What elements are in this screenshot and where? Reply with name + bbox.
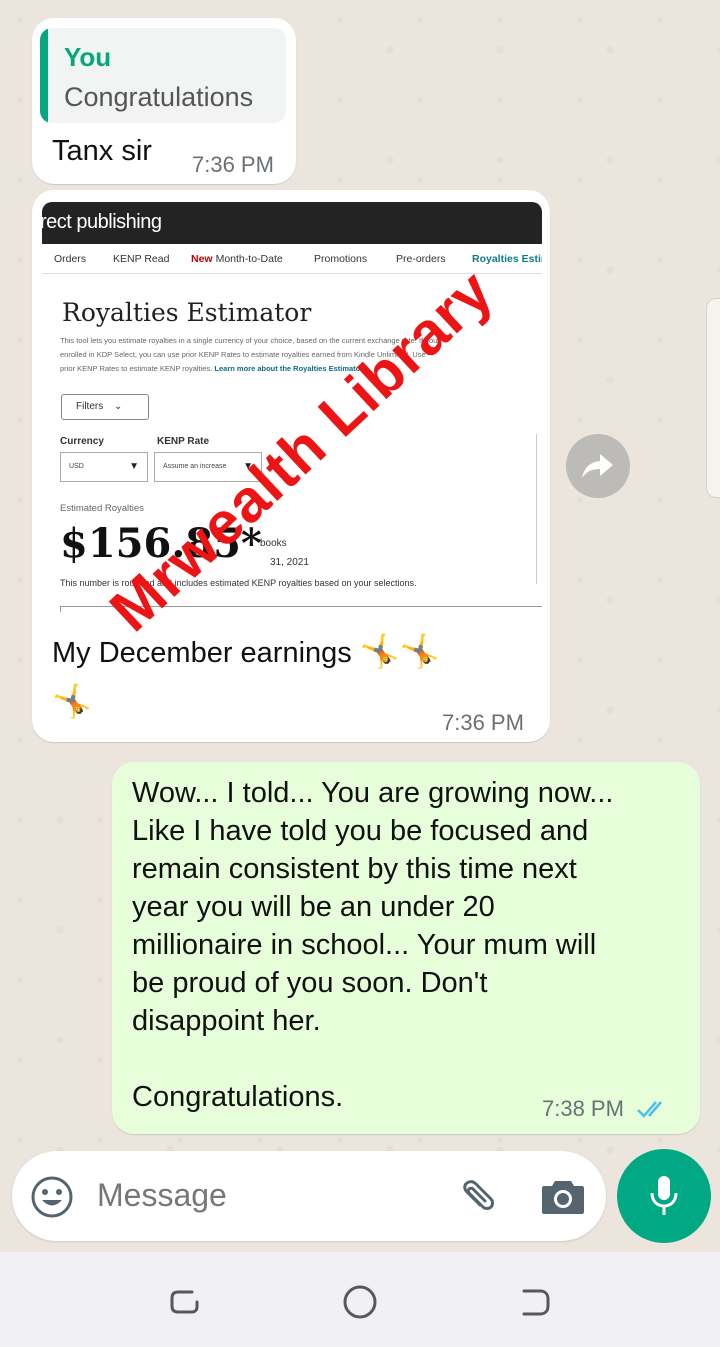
message-input[interactable]: Message: [97, 1177, 227, 1214]
forward-button[interactable]: [566, 434, 630, 498]
message-text: Wow... I told... You are growing now... …: [132, 777, 614, 1113]
quote-text: Congratulations: [64, 82, 254, 112]
screenshot-currency-label: Currency: [60, 436, 104, 447]
back-icon[interactable]: [518, 1286, 552, 1318]
cartwheel-emoji: 🤸🤸: [359, 633, 440, 669]
side-panel-handle[interactable]: [706, 298, 720, 498]
screenshot-side-frame: [536, 434, 542, 584]
recent-apps-icon[interactable]: [168, 1286, 202, 1318]
quote-accent-bar: [40, 28, 48, 123]
outgoing-message[interactable]: Wow... I told... You are growing now... …: [112, 762, 700, 1134]
quoted-message[interactable]: You Congratulations: [40, 28, 286, 123]
message-text: Tanx sir: [52, 135, 152, 167]
message-time: 7:36 PM: [442, 710, 524, 735]
home-icon[interactable]: [342, 1284, 378, 1320]
screenshot-est-label: Estimated Royalties: [60, 503, 144, 514]
nav-orders: Orders: [54, 253, 87, 265]
nav-kenp-read: KENP Read: [113, 253, 170, 265]
nav-pre-orders: Pre-orders: [396, 253, 446, 265]
screenshot-header: rect publishing: [42, 202, 542, 244]
screenshot-est-date: 31, 2021: [270, 557, 309, 568]
microphone-icon: [650, 1176, 678, 1215]
screenshot-kenp-label: KENP Rate: [157, 436, 210, 447]
quote-author: You: [64, 42, 112, 72]
paperclip-icon[interactable]: [452, 1175, 498, 1221]
image-caption: My December earnings 🤸🤸: [52, 633, 440, 669]
voice-message-button[interactable]: [617, 1149, 711, 1243]
screenshot-est-side: books: [260, 538, 287, 549]
cartwheel-emoji: 🤸: [52, 683, 92, 719]
smiley-icon[interactable]: [30, 1175, 74, 1219]
nav-promotions: Promotions: [314, 253, 368, 265]
screenshot-filters: Filters ⌄: [61, 394, 149, 420]
message-time: 7:38 PM: [542, 1096, 624, 1121]
forward-icon: [582, 454, 613, 478]
screenshot-title: Royalties Estimator: [62, 298, 312, 327]
screenshot-divider-tick: [60, 606, 61, 612]
nav-month-to-date: New Month-to-Date: [191, 253, 283, 265]
incoming-image-message[interactable]: rect publishing Orders KENP Read New Mont…: [32, 190, 550, 742]
camera-icon[interactable]: [540, 1175, 586, 1217]
message-composer[interactable]: Message: [12, 1151, 606, 1241]
incoming-reply-message[interactable]: You Congratulations Tanx sir 7:36 PM: [32, 18, 296, 184]
screenshot-currency-select: USD ▼: [60, 452, 148, 482]
read-ticks-icon: [637, 1101, 662, 1118]
system-navigation-bar: [0, 1252, 720, 1347]
message-time: 7:36 PM: [192, 152, 274, 177]
